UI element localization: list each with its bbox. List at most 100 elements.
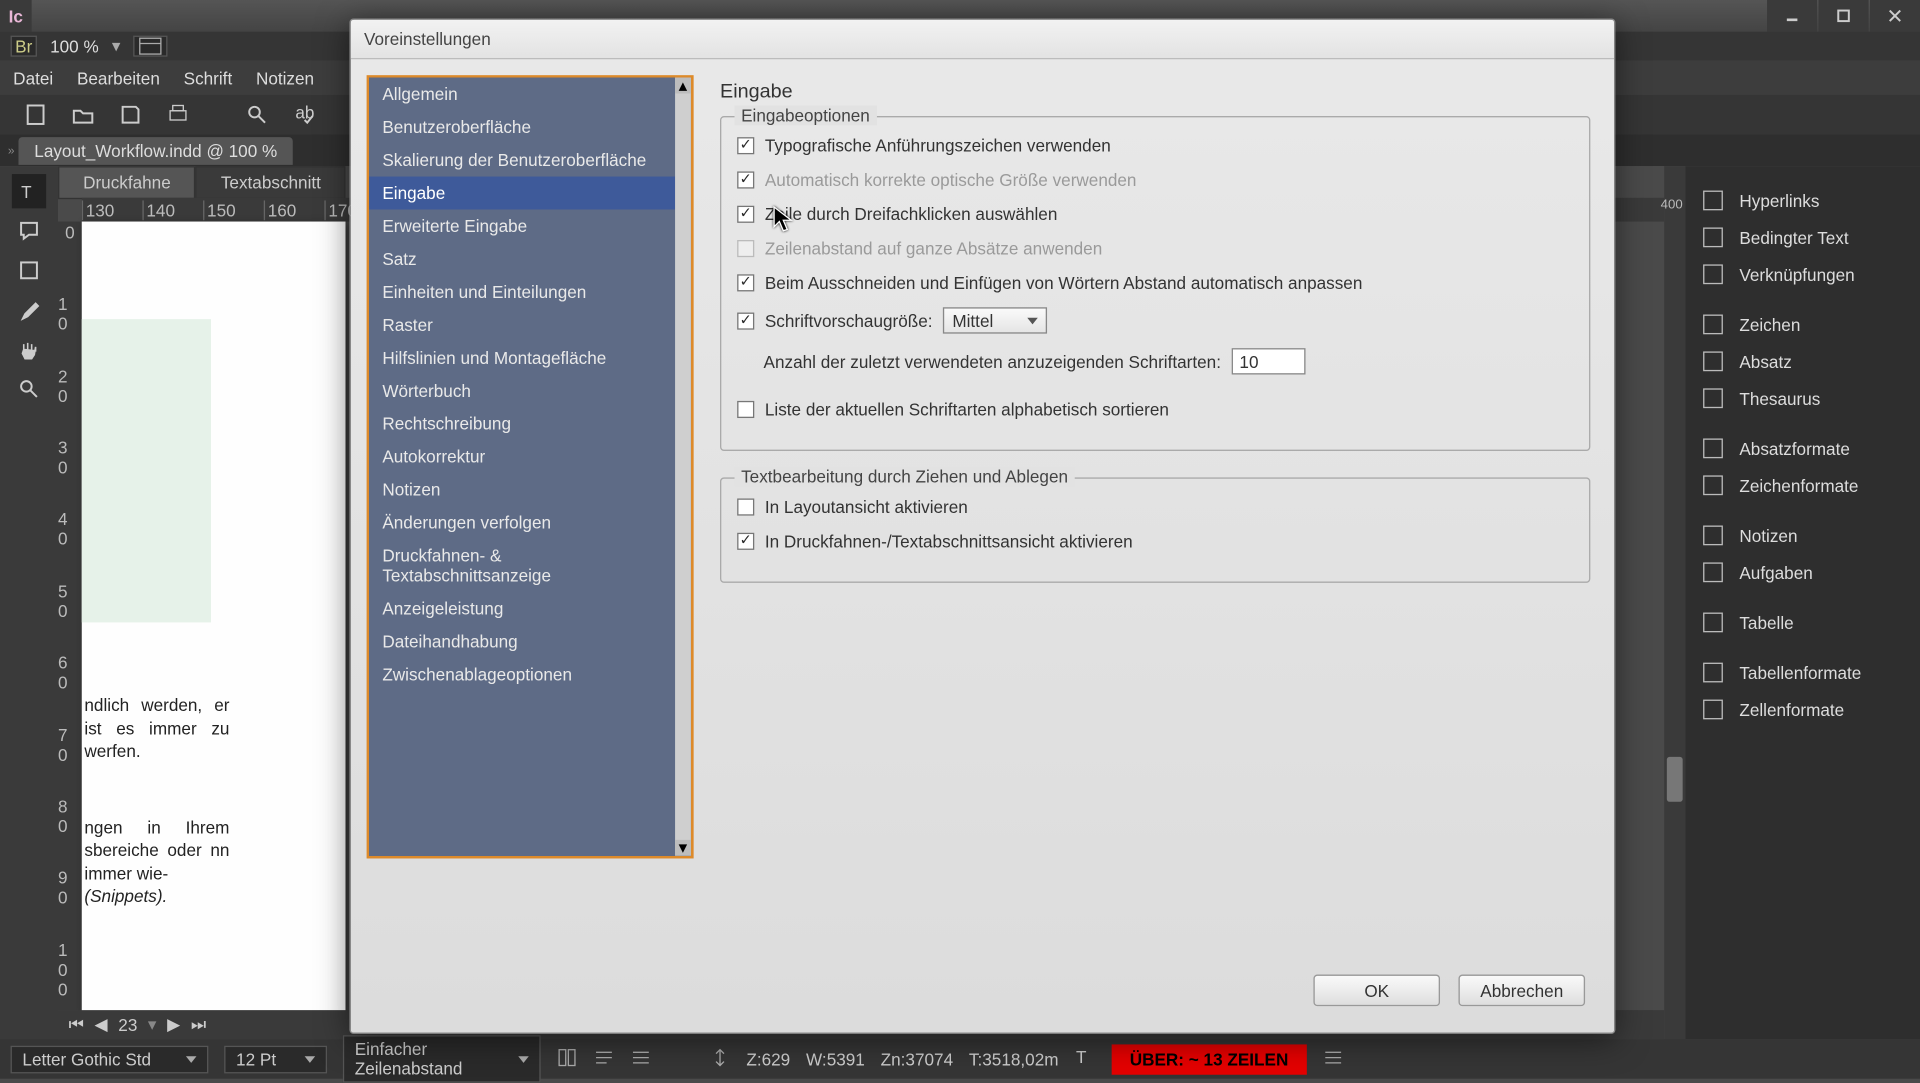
opt-typographic-quotes[interactable]: Typografische Anführungszeichen verwende…	[737, 136, 1573, 156]
category-item[interactable]: Druckfahnen- & Textabschnittsanzeige	[369, 539, 675, 592]
menu-edit[interactable]: Bearbeiten	[77, 68, 160, 88]
menu-icon-2[interactable]	[1323, 1046, 1344, 1071]
checkbox-icon[interactable]	[737, 206, 754, 223]
print-icon[interactable]	[164, 100, 193, 129]
checkbox-icon[interactable]	[737, 312, 754, 329]
category-item[interactable]: Dateihandhabung	[369, 625, 675, 658]
align-icon[interactable]	[593, 1046, 614, 1071]
category-item[interactable]: Satz	[369, 243, 675, 276]
hand-tool[interactable]	[12, 332, 46, 366]
eyedropper-tool[interactable]	[12, 293, 46, 327]
list-scrollbar[interactable]: ▴ ▾	[675, 78, 691, 856]
recent-fonts-input[interactable]	[1232, 348, 1306, 374]
zoom-tool[interactable]	[12, 372, 46, 406]
panel-hyperlinks[interactable]: Hyperlinks	[1685, 182, 1920, 219]
note-tool[interactable]	[12, 214, 46, 248]
panel-tabellenformate[interactable]: Tabellenformate	[1685, 654, 1920, 691]
category-item[interactable]: Notizen	[369, 473, 675, 506]
type-tool[interactable]: T	[12, 174, 46, 208]
text-frame[interactable]	[82, 319, 211, 622]
checkbox-icon[interactable]	[737, 401, 754, 418]
category-item[interactable]: Autokorrektur	[369, 440, 675, 473]
close-button[interactable]	[1870, 0, 1920, 32]
category-list[interactable]: AllgemeinBenutzeroberflächeSkalierung de…	[367, 75, 694, 858]
category-item[interactable]: Änderungen verfolgen	[369, 506, 675, 539]
category-item[interactable]: Einheiten und Einteilungen	[369, 276, 675, 309]
panel-tabelle[interactable]: Tabelle	[1685, 604, 1920, 641]
opt-font-preview[interactable]: Schriftvorschaugröße: Mittel	[737, 307, 1573, 333]
open-icon[interactable]	[69, 100, 98, 129]
document-tab[interactable]: Layout_Workflow.indd @ 100 %	[18, 136, 293, 164]
overset-indicator[interactable]: ÜBER: ~ 13 ZEILEN	[1111, 1044, 1307, 1074]
maximize-button[interactable]	[1818, 0, 1868, 32]
category-item[interactable]: Raster	[369, 309, 675, 342]
page-canvas[interactable]: ndlich werden, er ist es immer zu werfen…	[82, 222, 346, 1013]
minimize-button[interactable]	[1767, 0, 1817, 32]
panel-bedingter-text[interactable]: Bedingter Text	[1685, 219, 1920, 256]
nav-page[interactable]: 23	[118, 1015, 137, 1035]
columns-icon[interactable]	[556, 1046, 577, 1071]
opt-enable-story[interactable]: In Druckfahnen-/Textabschnittsansicht ak…	[737, 531, 1573, 551]
nav-first-icon[interactable]: ⏮	[69, 1014, 84, 1035]
checkbox-icon[interactable]	[737, 498, 754, 515]
view-options[interactable]	[134, 36, 168, 57]
zoom-level[interactable]: 100 %	[50, 36, 99, 56]
spellcheck-icon[interactable]: ab	[290, 100, 319, 129]
panel-notizen[interactable]: Notizen	[1685, 517, 1920, 554]
panel-zeichen[interactable]: Zeichen	[1685, 306, 1920, 343]
category-item[interactable]: Benutzeroberfläche	[369, 111, 675, 144]
category-item[interactable]: Wörterbuch	[369, 375, 675, 408]
vertical-scrollbar[interactable]: 400	[1664, 166, 1685, 1039]
leading-select[interactable]: Einfacher Zeilenabstand	[343, 1035, 541, 1082]
panel-zellenformate[interactable]: Zellenformate	[1685, 691, 1920, 728]
font-family-select[interactable]: Letter Gothic Std	[11, 1045, 209, 1073]
checkbox-icon[interactable]	[737, 137, 754, 154]
checkbox-icon[interactable]	[737, 274, 754, 291]
panel-aufgaben[interactable]: Aufgaben	[1685, 554, 1920, 591]
overset-icon[interactable]: T	[1074, 1046, 1095, 1071]
cancel-button[interactable]: Abbrechen	[1458, 975, 1585, 1007]
menu-type[interactable]: Schrift	[184, 68, 233, 88]
category-item[interactable]: Hilfslinien und Montagefläche	[369, 342, 675, 375]
opt-smart-cut-paste[interactable]: Beim Ausschneiden und Einfügen von Wörte…	[737, 273, 1573, 293]
category-item[interactable]: Allgemein	[369, 78, 675, 111]
opt-sort-fonts[interactable]: Liste der aktuellen Schriftarten alphabe…	[737, 400, 1573, 420]
panel-label: Absatz	[1739, 351, 1791, 371]
tab-story[interactable]: Textabschnitt	[196, 166, 346, 199]
category-item[interactable]: Anzeigeleistung	[369, 592, 675, 625]
page-icon[interactable]	[21, 100, 50, 129]
position-tool[interactable]	[12, 253, 46, 287]
scroll-up-icon[interactable]: ▴	[675, 78, 691, 94]
nav-next-icon[interactable]: ▶	[167, 1014, 180, 1035]
menu-file[interactable]: Datei	[13, 68, 53, 88]
category-item[interactable]: Skalierung der Benutzeroberfläche	[369, 144, 675, 177]
scrollbar-thumb[interactable]	[1667, 757, 1683, 802]
panel-verknüpfungen[interactable]: Verknüpfungen	[1685, 256, 1920, 293]
menu-icon[interactable]	[630, 1046, 651, 1071]
panel-absatzformate[interactable]: Absatzformate	[1685, 430, 1920, 467]
nav-prev-icon[interactable]: ◀	[95, 1014, 108, 1035]
panel-label: Hyperlinks	[1739, 191, 1819, 211]
bridge-button[interactable]: Br	[11, 36, 37, 57]
tab-galley[interactable]: Druckfahne	[58, 166, 196, 199]
opt-optical-size: Automatisch korrekte optische Größe verw…	[737, 170, 1573, 190]
panel-thesaurus[interactable]: Thesaurus	[1685, 380, 1920, 417]
opt-enable-layout[interactable]: In Layoutansicht aktivieren	[737, 497, 1573, 517]
opt-triple-click[interactable]: Zeile durch Dreifachklicken auswählen	[737, 204, 1573, 224]
depth-icon[interactable]	[709, 1046, 730, 1071]
font-preview-size-select[interactable]: Mittel	[943, 307, 1047, 333]
menu-notes[interactable]: Notizen	[256, 68, 314, 88]
checkbox-icon[interactable]	[737, 533, 754, 550]
ok-button[interactable]: OK	[1313, 975, 1440, 1007]
category-item[interactable]: Erweiterte Eingabe	[369, 210, 675, 243]
panel-absatz[interactable]: Absatz	[1685, 343, 1920, 380]
nav-last-icon[interactable]: ⏭	[191, 1014, 206, 1035]
panel-zeichenformate[interactable]: Zeichenformate	[1685, 467, 1920, 504]
font-size-select[interactable]: 12 Pt	[224, 1045, 327, 1073]
scroll-down-icon[interactable]: ▾	[675, 840, 691, 856]
category-item[interactable]: Zwischenablageoptionen	[369, 658, 675, 691]
find-icon[interactable]	[243, 100, 272, 129]
category-item[interactable]: Rechtschreibung	[369, 407, 675, 440]
save-icon[interactable]	[116, 100, 145, 129]
category-item[interactable]: Eingabe	[369, 177, 675, 210]
